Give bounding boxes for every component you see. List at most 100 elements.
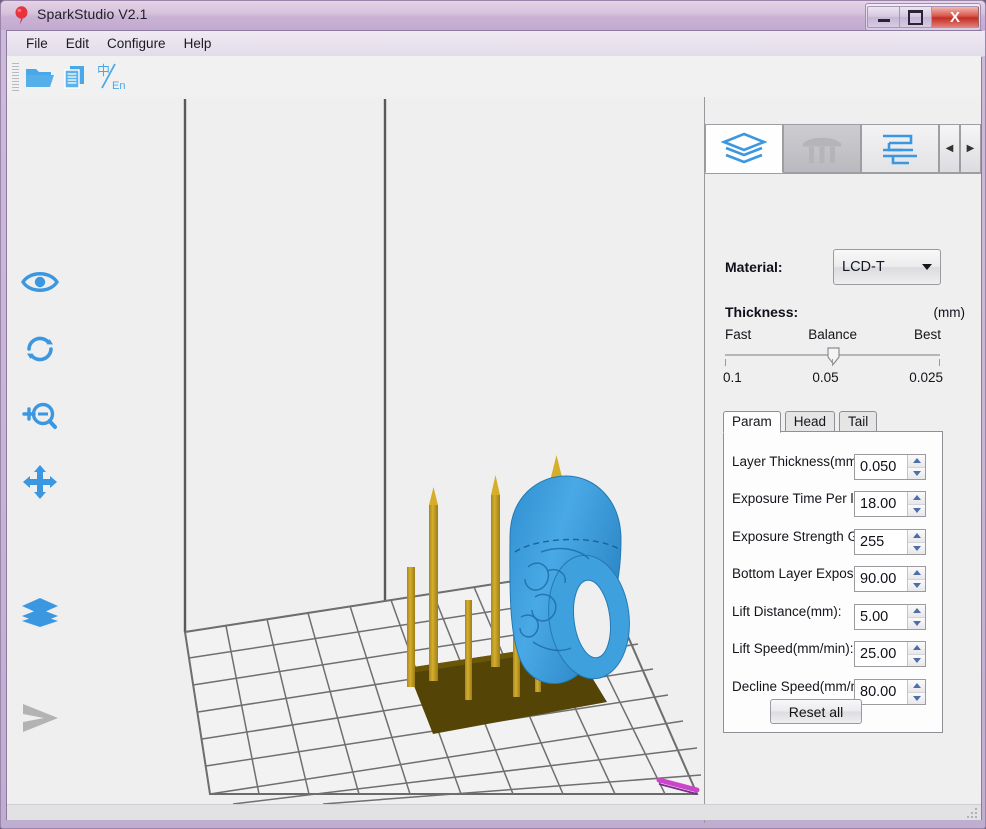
spin-down-bottom-exposure[interactable] [908,579,925,591]
spin-down-lift-distance[interactable] [908,617,925,629]
language-en-label: En [112,80,125,92]
material-row: Material: LCD-T [725,249,965,295]
spin-up-bottom-exposure[interactable] [908,567,925,580]
title-bar: SparkStudio V2.1 X [1,1,985,31]
open-file-icon [26,68,54,87]
input-bottom-layer-exposure-time[interactable]: 90.00 [854,566,926,592]
toolbar-grip[interactable] [12,62,19,91]
close-button[interactable]: X [931,6,979,28]
minimize-button[interactable] [867,6,899,28]
tab-scroll-right-wrap: ▶ [960,124,981,174]
tab-head-label: Head [793,414,827,429]
resize-grip-icon[interactable] [966,807,978,819]
menu-item-file[interactable]: File [17,33,57,54]
input-lift-distance[interactable]: 5.00 [854,604,926,630]
rail-zoom-button[interactable] [17,393,63,439]
value-exposure-time-per-layer: 18.00 [860,496,897,512]
thickness-mark-balance: Balance [808,327,858,342]
panel-tab-strip: ◀ ▶ [705,124,981,174]
value-exposure-strength-grade: 255 [860,534,885,550]
spin-up-exposure-time[interactable] [908,492,925,505]
3d-build-viewport[interactable] [73,97,704,804]
tab-param-label: Param [732,414,772,429]
value-layer-thickness: 0.050 [860,459,897,475]
open-file-button[interactable] [22,60,58,94]
thickness-mark-fast: Fast [725,327,752,342]
window-controls: X [865,3,981,31]
thickness-unit: (mm) [933,305,965,320]
menu-bar: File Edit Configure Help [7,31,985,57]
tab-head[interactable]: Head [784,411,836,433]
spin-down-strength[interactable] [908,542,925,554]
spin-down-layer-thickness[interactable] [908,467,925,479]
rail-rotate-button[interactable] [17,326,63,372]
parameter-group: Param Head Tail Layer Thickness(mm): Exp… [723,410,943,734]
spin-down-decline-speed[interactable] [908,692,925,704]
parameter-tabs: Param Head Tail [723,410,878,433]
tab-tail[interactable]: Tail [839,411,878,433]
layers-stack-icon [721,132,767,163]
material-value: LCD-T [842,259,885,275]
material-label: Material: [725,259,783,275]
thickness-value-0: 0.1 [723,370,742,385]
build-scene [73,97,704,804]
left-tool-rail [7,97,73,804]
spin-up-strength[interactable] [908,530,925,543]
input-layer-thickness[interactable]: 0.050 [854,454,926,480]
language-toggle-icon: 中 En [97,63,125,92]
thickness-value-1: 0.05 [812,370,839,385]
language-toggle-button[interactable]: 中 En [94,60,130,94]
reset-all-button[interactable]: Reset all [770,699,862,724]
tab-scroll-controls: ◀ [939,124,960,174]
play-slice-icon [23,704,58,732]
tab-param[interactable]: Param [723,411,781,433]
rail-move-button[interactable] [17,459,63,505]
spin-up-lift-distance[interactable] [908,605,925,618]
tab-tail-label: Tail [848,414,869,429]
thickness-slider-ticks [725,359,941,366]
slice-settings-icon [883,134,917,164]
menu-item-edit[interactable]: Edit [57,33,98,54]
support-pillars-icon [803,137,841,163]
panel-body: Material: LCD-T Thickness: (mm) Fast Bal… [705,173,981,805]
rail-view-button[interactable] [17,259,63,305]
input-exposure-time-per-layer[interactable]: 18.00 [854,491,926,517]
menu-item-configure[interactable]: Configure [98,33,175,54]
copy-document-button[interactable] [58,60,94,94]
tab-supports[interactable] [783,124,861,173]
spin-down-lift-speed[interactable] [908,654,925,666]
input-exposure-strength-grade[interactable]: 255 [854,529,926,555]
tab-layers[interactable] [705,124,783,173]
thickness-label: Thickness: [725,304,799,320]
rail-slice-button[interactable] [17,695,63,741]
label-layer-thickness: Layer Thickness(mm): [732,454,866,469]
spin-up-lift-speed[interactable] [908,642,925,655]
thickness-header: Thickness: (mm) [725,304,965,320]
application-window: SparkStudio V2.1 X File Edit Configure H… [0,0,986,829]
label-lift-speed: Lift Speed(mm/min): [732,641,854,656]
rail-layers-button[interactable] [17,589,63,635]
spin-up-decline-speed[interactable] [908,680,925,693]
chevron-down-icon [922,264,932,270]
eye-view-icon [20,272,60,292]
menu-item-help[interactable]: Help [175,33,221,54]
rotate-icon [27,336,53,362]
right-panel: ◀ ▶ Material: LCD-T Thickness: (mm) Fast… [705,97,981,805]
input-decline-speed[interactable]: 80.00 [854,679,926,705]
input-lift-speed[interactable]: 25.00 [854,641,926,667]
balloon-pin-icon [15,6,28,25]
layers-icon [22,598,58,627]
tab-slicing[interactable] [861,124,939,173]
value-bottom-layer-exposure-time: 90.00 [860,571,897,587]
tab-scroll-left-button[interactable]: ◀ [939,124,960,173]
thickness-mark-labels: Fast Balance Best [725,327,941,342]
material-select[interactable]: LCD-T [833,249,941,285]
tab-scroll-right-button[interactable]: ▶ [960,124,981,173]
spin-up-layer-thickness[interactable] [908,455,925,468]
value-lift-distance: 5.00 [860,609,889,625]
spin-down-exposure-time[interactable] [908,504,925,516]
client-area: File Edit Configure Help 中 En ◀ ▶ Materi… [6,30,985,823]
status-bar [7,804,981,820]
maximize-button[interactable] [899,6,931,28]
parameter-panel: Layer Thickness(mm): Exposure Time Per l… [723,431,943,733]
